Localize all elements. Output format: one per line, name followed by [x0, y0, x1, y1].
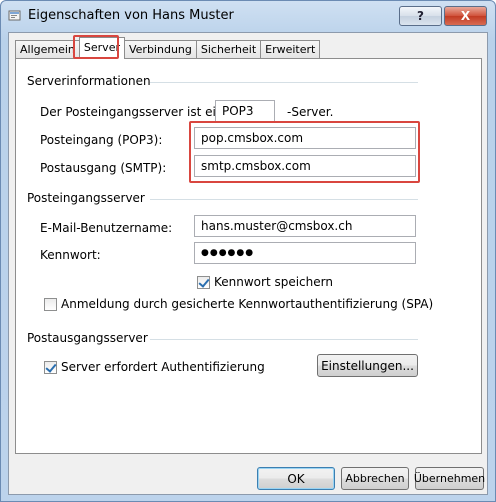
incoming-server-type-field[interactable]: POP3: [215, 100, 275, 122]
cancel-button[interactable]: Abbrechen: [341, 467, 409, 490]
incoming-type-prefix: Der Posteingangsserver ist ein: [40, 105, 224, 119]
incoming-server-heading: Posteingangsserver: [27, 191, 145, 205]
close-button[interactable]: X: [444, 6, 487, 26]
auth-required-label[interactable]: Server erfordert Authentifizierung: [61, 360, 265, 374]
tab-server[interactable]: Server: [78, 37, 125, 59]
outgoing-server-label: Postausgang (SMTP):: [40, 161, 167, 175]
remember-password-label[interactable]: Kennwort speichern: [214, 275, 333, 289]
help-button[interactable]: ?: [399, 6, 442, 26]
spa-checkbox[interactable]: [44, 298, 57, 311]
dialog-client: Allgemein Server Verbindung Sicherheit E…: [8, 32, 488, 495]
server-info-heading: Serverinformationen: [27, 74, 151, 88]
settings-button[interactable]: Einstellungen...: [317, 354, 418, 377]
password-label: Kennwort:: [40, 248, 101, 262]
close-icon: X: [460, 9, 471, 23]
incoming-server-divider: [150, 199, 418, 200]
outgoing-server-heading: Postausgangsserver: [27, 331, 148, 345]
window-title: Eigenschaften von Hans Muster: [28, 8, 234, 23]
tab-strip: Allgemein Server Verbindung Sicherheit E…: [15, 37, 321, 59]
server-info-divider: [150, 82, 418, 83]
outgoing-server-field[interactable]: smtp.cmsbox.com: [194, 155, 416, 177]
incoming-type-suffix: -Server.: [287, 105, 334, 119]
account-properties-icon: [8, 10, 21, 21]
remember-password-checkbox[interactable]: [197, 276, 210, 289]
outgoing-server-divider: [150, 339, 418, 340]
tab-allgemein[interactable]: Allgemein: [15, 40, 80, 59]
apply-button[interactable]: Übernehmen: [414, 467, 485, 490]
username-field[interactable]: hans.muster@cmsbox.ch: [194, 215, 416, 237]
username-label: E-Mail-Benutzername:: [40, 221, 173, 235]
tab-sicherheit[interactable]: Sicherheit: [195, 40, 262, 59]
properties-dialog: Eigenschaften von Hans Muster ? X Allgem…: [0, 0, 496, 502]
spa-label[interactable]: Anmeldung durch gesicherte Kennwortauthe…: [61, 297, 433, 311]
server-tab-panel: Serverinformationen Der Posteingangsserv…: [15, 58, 482, 454]
help-icon: ?: [417, 9, 424, 23]
auth-required-checkbox[interactable]: [44, 361, 57, 374]
title-bar[interactable]: Eigenschaften von Hans Muster ? X: [1, 1, 495, 31]
incoming-server-label: Posteingang (POP3):: [40, 133, 163, 147]
tab-erweitert[interactable]: Erweitert: [260, 40, 321, 59]
password-field[interactable]: ●●●●●●: [194, 242, 416, 264]
ok-button[interactable]: OK: [257, 467, 335, 490]
incoming-server-field[interactable]: pop.cmsbox.com: [194, 127, 416, 149]
tab-verbindung[interactable]: Verbindung: [123, 40, 197, 59]
